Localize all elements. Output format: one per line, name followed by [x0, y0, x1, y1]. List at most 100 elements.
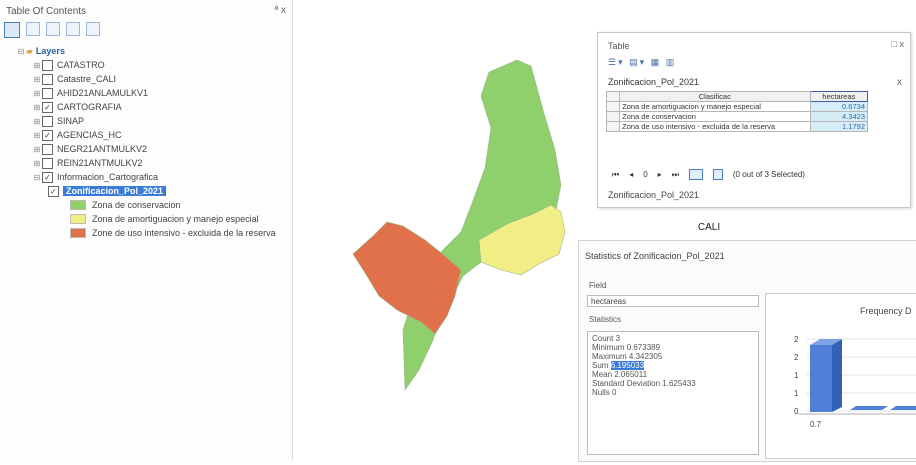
layer-row[interactable]: ⊞ CATASTRO: [6, 58, 276, 72]
layer-row[interactable]: ⊞ ✓ CARTOGRAFIA: [6, 100, 276, 114]
statistic-line: Standard Deviation 1.625433: [592, 379, 754, 388]
layer-row[interactable]: ⊞ SINAP: [6, 114, 276, 128]
statistics-label: Statistics: [589, 315, 622, 324]
cell-clasificac[interactable]: Zona de amortiguacion y manejo especial: [619, 101, 811, 112]
layer-row[interactable]: ⊞ REIN21ANTMULKV2: [6, 156, 276, 170]
layer-checkbox[interactable]: ✓: [42, 129, 53, 141]
table-footer-tab[interactable]: Zonificacion_Pol_2021: [608, 190, 699, 200]
statistic-line: Nulls 0: [592, 388, 754, 397]
options-icon[interactable]: [86, 22, 100, 36]
layer-label[interactable]: AHID21ANLAMULKV1: [57, 88, 148, 98]
toc-window-controls[interactable]: ª x: [275, 5, 286, 16]
row-selector[interactable]: [605, 101, 621, 112]
expand-icon[interactable]: ⊞: [32, 89, 42, 98]
field-label: Field: [589, 281, 607, 290]
layer-row[interactable]: ⊞ AHID21ANLAMULKV1: [6, 86, 276, 100]
list-by-drawing-order-icon[interactable]: [4, 22, 20, 38]
frequency-chart: 2 2 1 1 0 0.7: [794, 335, 916, 429]
statistic-name: Maximum: [592, 352, 627, 361]
expand-icon[interactable]: ⊞: [32, 103, 42, 112]
toc-title: Table Of Contents: [6, 6, 87, 17]
statistics-title: Statistics of Zonificacion_Pol_2021: [585, 251, 725, 261]
cell-clasificac[interactable]: Zona de uso intensivo - excluida de la r…: [619, 121, 811, 132]
layer-checkbox[interactable]: [42, 157, 53, 169]
record-number[interactable]: 0: [643, 170, 647, 179]
next-record-icon[interactable]: ▸: [658, 170, 662, 179]
frequency-y-label: 2: [794, 353, 799, 362]
layer-checkbox[interactable]: ✓: [42, 101, 53, 113]
select-by-attributes-icon[interactable]: ▦: [651, 57, 662, 67]
layer-label[interactable]: CATASTRO: [57, 60, 105, 70]
expand-icon[interactable]: ⊞: [32, 131, 42, 140]
layer-checkbox[interactable]: [42, 87, 53, 99]
table-window-controls[interactable]: □ x: [892, 39, 904, 49]
first-record-icon[interactable]: ⏮: [612, 170, 619, 180]
expand-icon[interactable]: ⊞: [32, 145, 42, 154]
layer-label[interactable]: Informacion_Cartografica: [57, 172, 158, 182]
select-all-cell[interactable]: [605, 91, 621, 102]
layer-label[interactable]: SINAP: [57, 116, 84, 126]
related-tables-icon[interactable]: ▤▾: [629, 57, 646, 67]
layer-checkbox[interactable]: [42, 143, 53, 155]
previous-record-icon[interactable]: ◂: [629, 170, 633, 179]
attribute-grid: Clasificac hectareas Zona de amortiguaci…: [605, 91, 869, 132]
cell-hectareas[interactable]: 4.3423: [809, 111, 869, 122]
statistic-value: 2.065011: [614, 370, 648, 379]
legend-label: Zone de uso intensivo - excluida de la r…: [92, 228, 276, 238]
table-tab-close-icon[interactable]: x: [897, 77, 902, 88]
layer-label[interactable]: NEGR21ANTMULKV2: [57, 144, 147, 154]
expand-icon[interactable]: ⊞: [32, 117, 42, 126]
expand-icon[interactable]: ⊞: [32, 159, 42, 168]
table-options-icon[interactable]: ☰▾: [608, 57, 625, 67]
row-selector[interactable]: [605, 111, 621, 122]
selected-layer-label[interactable]: Zonificacion_Pol_2021: [63, 186, 167, 196]
layer-row[interactable]: ⊞ NEGR21ANTMULKV2: [6, 142, 276, 156]
field-dropdown[interactable]: hectareas: [587, 295, 759, 307]
show-all-records-icon[interactable]: [688, 169, 703, 180]
layer-checkbox[interactable]: [42, 115, 53, 127]
layers-root-label: Layers: [35, 46, 65, 56]
switch-selection-icon[interactable]: ▥: [666, 57, 677, 67]
table-tab[interactable]: Zonificacion_Pol_2021: [608, 77, 699, 87]
column-header-clasificac[interactable]: Clasificac: [619, 91, 811, 102]
cell-hectareas[interactable]: 0.6734: [809, 101, 869, 112]
expand-icon[interactable]: ⊞: [32, 61, 42, 70]
list-by-selection-icon[interactable]: [66, 22, 80, 36]
list-by-visibility-icon[interactable]: [46, 22, 60, 36]
layer-tree: ⊟ ▰ Layers ⊞ CATASTRO ⊞ Catastre_CALI ⊞ AHID2…: [6, 44, 276, 240]
layer-checkbox[interactable]: ✓: [42, 171, 53, 183]
table-row[interactable]: Zona de uso intensivo - excluida de la r…: [605, 121, 869, 132]
layer-checkbox[interactable]: [42, 59, 53, 71]
statistic-line: Mean 2.065011: [592, 370, 754, 379]
layer-label[interactable]: AGENCIAS_HC: [57, 130, 122, 140]
cell-hectareas[interactable]: 1.1792: [809, 121, 869, 132]
layer-checkbox[interactable]: [42, 73, 53, 85]
selection-count: (0 out of 3 Selected): [732, 170, 805, 179]
table-row[interactable]: Zona de amortiguacion y manejo especial 0…: [605, 101, 869, 112]
frequency-bar-3: [890, 406, 916, 410]
legend-swatch: [70, 228, 86, 238]
statistics-window: CALI Statistics of Zonificacion_Pol_2021…: [578, 222, 916, 462]
layer-row[interactable]: ⊞ Catastre_CALI: [6, 72, 276, 86]
statistic-name: Nulls: [592, 388, 610, 397]
table-row[interactable]: Zona de conservacion 4.3423: [605, 111, 869, 122]
show-selected-records-icon[interactable]: [712, 169, 723, 180]
statistic-name: Mean: [592, 370, 613, 379]
layer-row[interactable]: ⊞ ✓ AGENCIAS_HC: [6, 128, 276, 142]
column-header-hectareas[interactable]: hectareas: [809, 91, 869, 102]
layer-items: ⊞ CATASTRO ⊞ Catastre_CALI ⊞ AHID21ANLAMULKV1…: [6, 58, 276, 184]
row-selector[interactable]: [605, 121, 621, 132]
layer-label[interactable]: Catastre_CALI: [57, 74, 116, 84]
layer-label[interactable]: CARTOGRAFIA: [57, 102, 122, 112]
cell-clasificac[interactable]: Zona de conservacion: [619, 111, 811, 122]
layer-label[interactable]: REIN21ANTMULKV2: [57, 158, 143, 168]
layer-row[interactable]: ⊟ ✓ Informacion_Cartografica: [6, 170, 276, 184]
list-by-source-icon[interactable]: [26, 22, 40, 36]
frequency-bar-side: [832, 339, 842, 412]
legend-label: Zona de amortiguacion y manejo especial: [92, 214, 259, 224]
expand-icon[interactable]: ⊟: [32, 173, 42, 182]
last-record-icon[interactable]: ⏭: [672, 170, 679, 180]
layer-checkbox[interactable]: ✓: [48, 185, 59, 197]
collapse-icon[interactable]: ⊟: [16, 47, 26, 56]
expand-icon[interactable]: ⊞: [32, 75, 42, 84]
